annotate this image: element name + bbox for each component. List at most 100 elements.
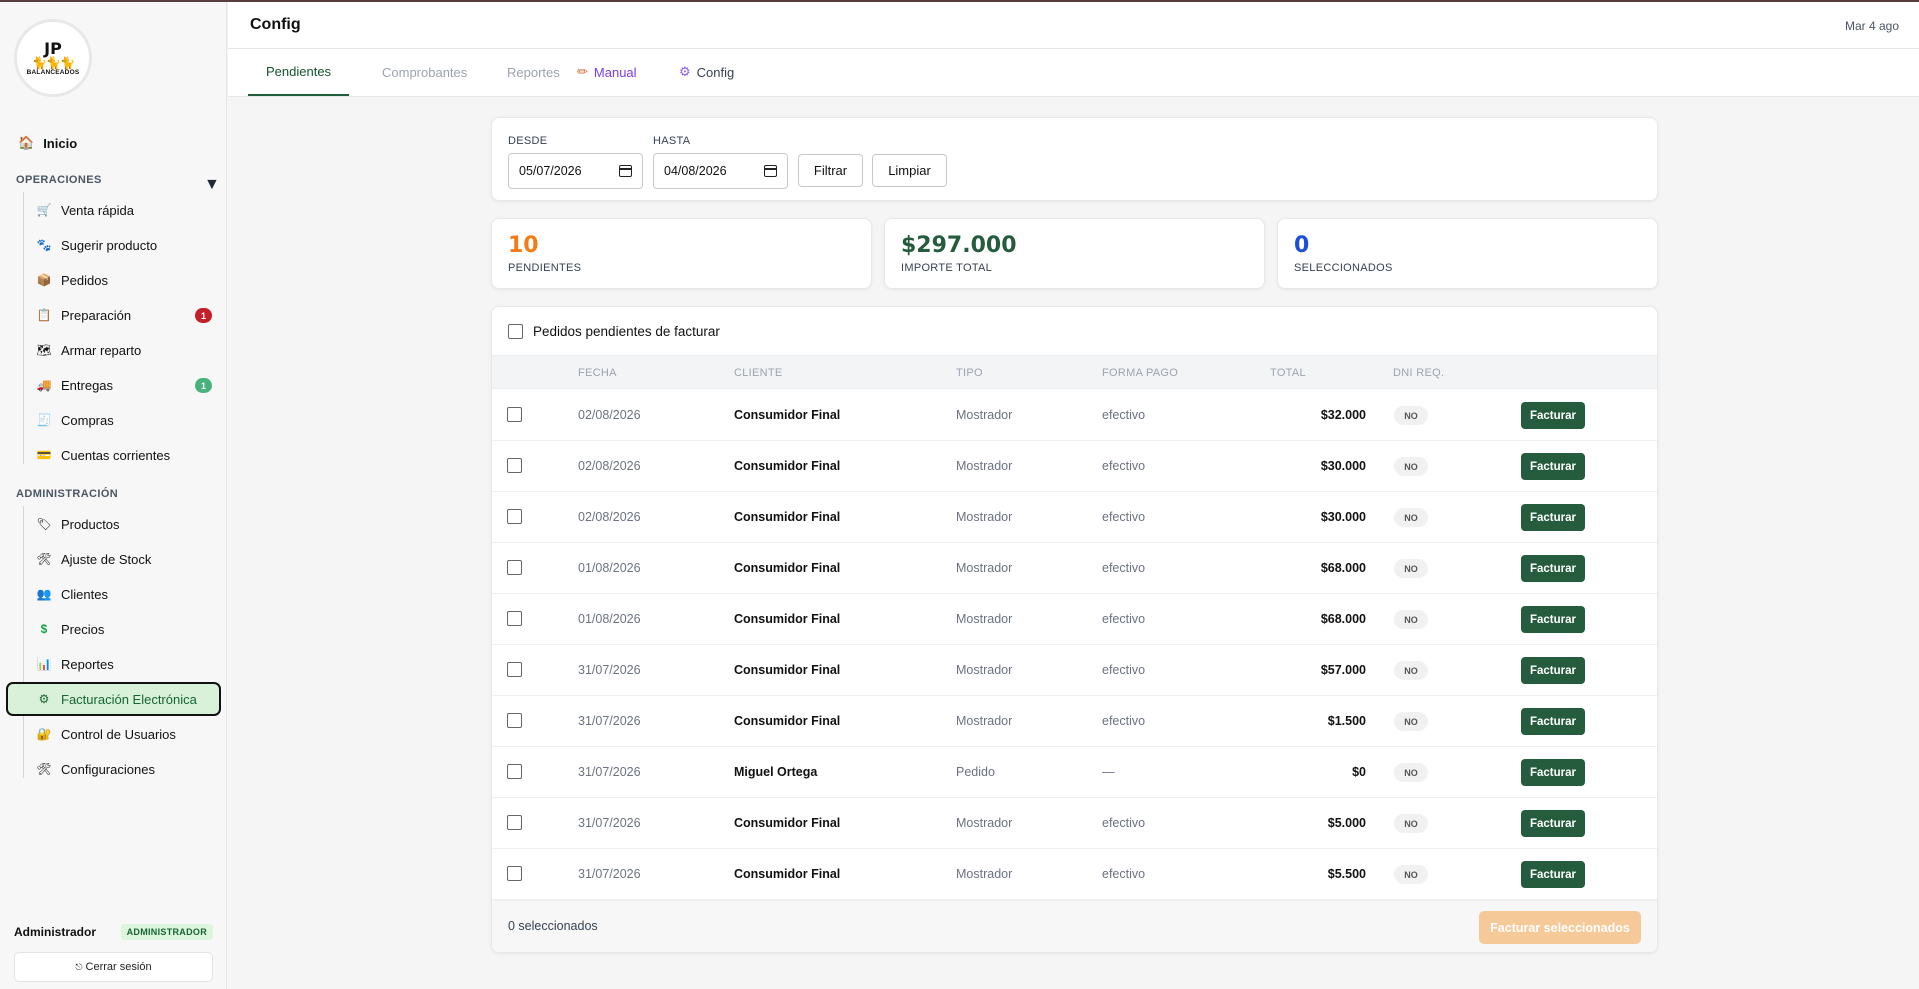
- calendar-icon[interactable]: [764, 165, 777, 177]
- header-date: Mar 4 ago: [1844, 19, 1899, 33]
- sidebar-item-inicio[interactable]: 🏠 Inicio: [18, 131, 77, 155]
- filter-button[interactable]: Filtrar: [798, 154, 863, 187]
- row-checkbox[interactable]: [507, 458, 522, 473]
- row-checkbox[interactable]: [507, 611, 522, 626]
- sidebar-item-ajuste-de-stock[interactable]: 🛠 Ajuste de Stock: [36, 545, 212, 573]
- top-header: Config Mar 4 ago: [228, 0, 1919, 49]
- brand-logo[interactable]: JP 🐈🐈🐈 BALANCEADOS: [14, 19, 92, 97]
- bulk-invoice-button[interactable]: Facturar seleccionados: [1479, 911, 1641, 944]
- dni-badge: NO: [1394, 661, 1428, 680]
- row-checkbox[interactable]: [507, 713, 522, 728]
- table-row: 31/07/2026 Consumidor Final Mostrador ef…: [492, 798, 1657, 849]
- sidebar-item-clientes[interactable]: 👥 Clientes: [36, 580, 212, 608]
- cell-fecha: 01/08/2026: [578, 561, 641, 575]
- row-checkbox-cell: [507, 560, 522, 578]
- select-all-checkbox[interactable]: [508, 323, 523, 339]
- sidebar-item-icon: 🧾: [36, 413, 52, 427]
- sidebar-item-compras[interactable]: 🧾 Compras: [36, 406, 212, 434]
- table-title: Pedidos pendientes de facturar: [533, 323, 720, 339]
- cell-forma-pago: —: [1102, 765, 1115, 779]
- top-accent-line: [0, 0, 1919, 2]
- tab-config[interactable]: ⚙ Config: [661, 49, 752, 95]
- dni-badge: NO: [1394, 763, 1428, 782]
- tab-manual[interactable]: ✏ Manual: [559, 49, 655, 95]
- sidebar-item-label: Cuentas corrientes: [61, 447, 171, 463]
- pencil-icon: ✏: [577, 64, 588, 79]
- sidebar-item-preparacion[interactable]: 📋 Preparación 1: [36, 301, 212, 329]
- row-checkbox[interactable]: [507, 866, 522, 881]
- sidebar-item-pedidos[interactable]: 📦 Pedidos: [36, 266, 212, 294]
- sidebar-item-venta-rapida[interactable]: 🛒 Venta rápida: [36, 196, 212, 224]
- facturar-button[interactable]: Facturar: [1521, 708, 1585, 735]
- row-checkbox[interactable]: [507, 662, 522, 677]
- cell-tipo: Mostrador: [956, 459, 1013, 473]
- tab-label: Manual: [593, 64, 637, 80]
- cell-tipo: Mostrador: [956, 663, 1013, 677]
- hasta-date-input[interactable]: 04/08/2026: [653, 153, 788, 189]
- tab-label: Comprobantes: [382, 64, 468, 80]
- cell-forma-pago: efectivo: [1102, 612, 1146, 626]
- facturar-button[interactable]: Facturar: [1521, 810, 1585, 837]
- sidebar-item-cuentas-corrientes[interactable]: 💳 Cuentas corrientes: [36, 441, 212, 469]
- hasta-value: 04/08/2026: [664, 164, 727, 178]
- cell-cliente: Consumidor Final: [734, 408, 841, 422]
- sidebar-item-label: Compras: [61, 412, 114, 428]
- sidebar-item-icon: 📋: [36, 308, 52, 322]
- cell-forma-pago: efectivo: [1102, 867, 1146, 881]
- facturar-button[interactable]: Facturar: [1521, 555, 1585, 582]
- sidebar-section-title[interactable]: ADMINISTRACIÓN: [16, 488, 118, 500]
- row-checkbox-cell: [507, 662, 522, 680]
- logout-button[interactable]: ⎋ Cerrar sesión: [14, 952, 213, 982]
- clear-button[interactable]: Limpiar: [872, 154, 947, 187]
- sidebar-item-control-de-usuarios[interactable]: 🔐 Control de Usuarios: [36, 720, 212, 748]
- row-checkbox[interactable]: [507, 764, 522, 779]
- facturar-button[interactable]: Facturar: [1521, 861, 1585, 888]
- facturar-button[interactable]: Facturar: [1521, 453, 1585, 480]
- cell-tipo: Mostrador: [956, 612, 1013, 626]
- facturar-button[interactable]: Facturar: [1521, 759, 1585, 786]
- cell-total: $30.000: [1320, 510, 1366, 524]
- sidebar-item-facturacion-electronica[interactable]: ⚙ Facturación Electrónica: [6, 682, 221, 716]
- chevron-down-icon[interactable]: ▼: [204, 176, 220, 194]
- cell-total: $0: [1352, 765, 1366, 779]
- tab-comprobantes[interactable]: Comprobantes: [364, 49, 485, 95]
- sidebar-item-label: Venta rápida: [61, 202, 135, 218]
- row-checkbox[interactable]: [507, 509, 522, 524]
- sidebar-item-armar-reparto[interactable]: 🗺 Armar reparto: [36, 336, 212, 364]
- row-checkbox[interactable]: [507, 407, 522, 422]
- sidebar-item-entregas[interactable]: 🚚 Entregas 1: [36, 371, 212, 399]
- sidebar-item-icon: 📊: [36, 657, 52, 671]
- tab-pendientes[interactable]: Pendientes: [248, 49, 350, 96]
- tree-line: [23, 192, 24, 464]
- sidebar-item-label: Configuraciones: [61, 761, 155, 777]
- sidebar-item-configuraciones[interactable]: 🛠 Configuraciones: [36, 755, 212, 783]
- row-checkbox[interactable]: [507, 560, 522, 575]
- row-checkbox[interactable]: [507, 815, 522, 830]
- sidebar-item-label: Sugerir producto: [61, 237, 158, 253]
- user-name: Administrador: [14, 925, 97, 939]
- sidebar-item-sugerir-producto[interactable]: 🐾 Sugerir producto: [36, 231, 212, 259]
- calendar-icon[interactable]: [619, 165, 632, 177]
- stat-card-importe-total: $297.000 IMPORTE TOTAL: [884, 218, 1265, 289]
- column-header-dni: DNI REQ.: [1393, 367, 1445, 379]
- facturar-button[interactable]: Facturar: [1521, 402, 1585, 429]
- facturar-button[interactable]: Facturar: [1521, 657, 1585, 684]
- facturar-button[interactable]: Facturar: [1521, 504, 1585, 531]
- tab-label: Pendientes: [266, 64, 332, 79]
- role-badge: ADMINISTRADOR: [120, 924, 213, 940]
- stat-label: PENDIENTES: [508, 262, 582, 274]
- row-checkbox-cell: [507, 509, 522, 527]
- sidebar-item-reportes[interactable]: 📊 Reportes: [36, 650, 212, 678]
- sidebar-item-productos[interactable]: 🏷 Productos: [36, 510, 212, 538]
- column-header-total: TOTAL: [1270, 367, 1306, 379]
- selected-count: 0 seleccionados: [508, 919, 598, 933]
- desde-date-input[interactable]: 05/07/2026: [508, 153, 643, 189]
- sidebar-item-icon: 📦: [36, 273, 52, 287]
- logo-title: JP: [44, 38, 62, 58]
- sidebar-item-icon: $: [40, 622, 48, 636]
- cell-fecha: 31/07/2026: [578, 714, 641, 728]
- facturar-button[interactable]: Facturar: [1521, 606, 1585, 633]
- sidebar-section-title[interactable]: OPERACIONES: [16, 174, 102, 186]
- table-row: 31/07/2026 Miguel Ortega Pedido — $0 NO …: [492, 747, 1657, 798]
- sidebar-item-precios[interactable]: $ Precios: [36, 615, 212, 643]
